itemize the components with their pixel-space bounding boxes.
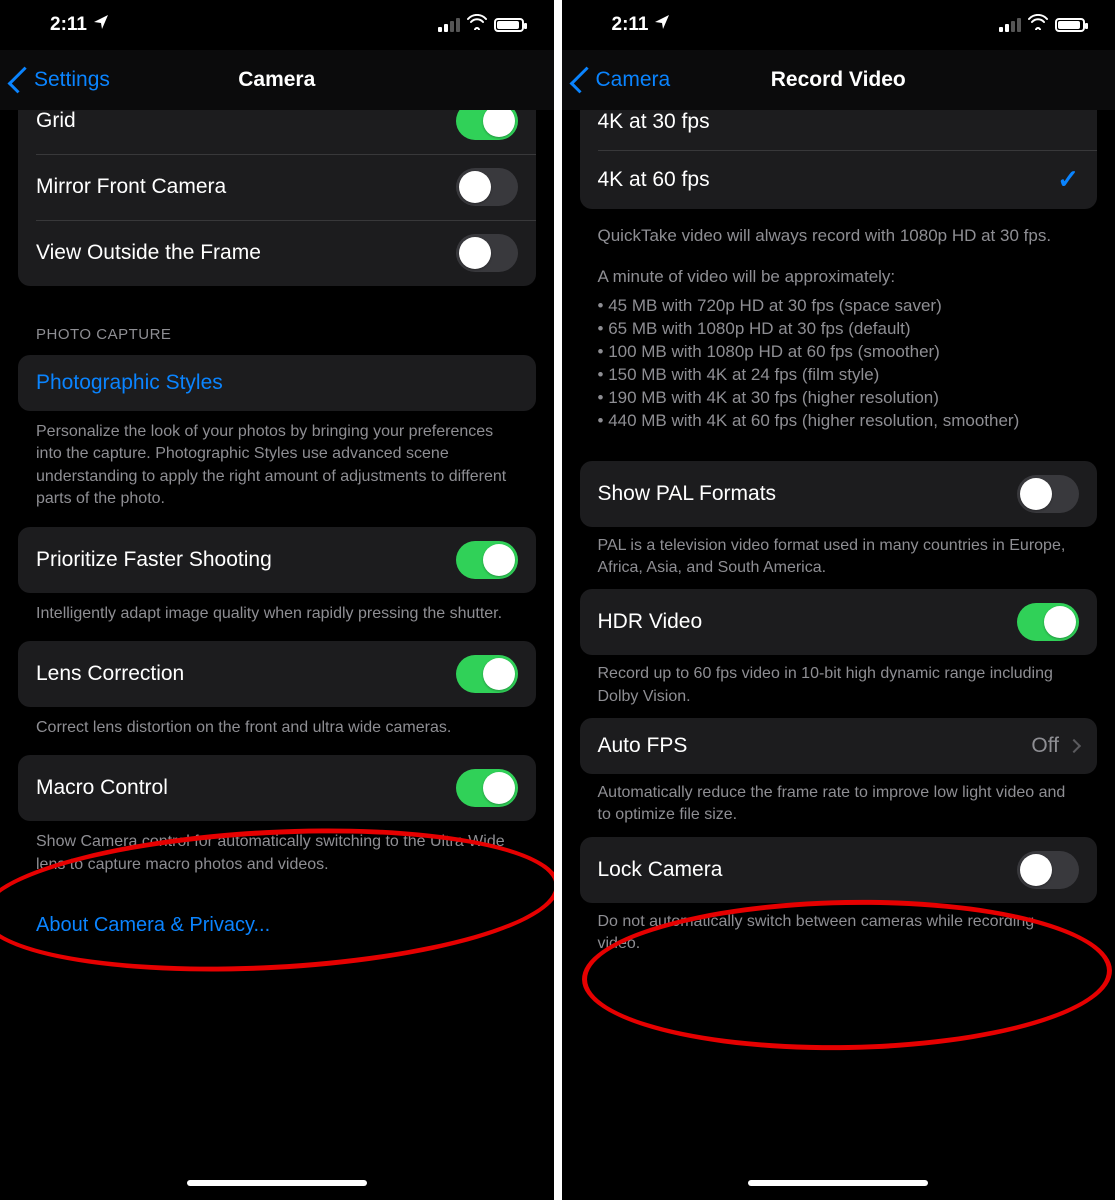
location-icon (93, 14, 109, 36)
composition-card: Grid Mirror Front Camera View Outside th… (18, 110, 536, 286)
autofps-card: Auto FPS Off (580, 718, 1098, 774)
minute-bullets: 45 MB with 720p HD at 30 fps (space save… (562, 291, 1115, 435)
pal-desc: PAL is a television video format used in… (562, 527, 1115, 590)
row-label: Macro Control (36, 776, 168, 800)
grid-row[interactable]: Grid (18, 110, 536, 154)
lens-toggle[interactable] (456, 655, 518, 693)
lens-row[interactable]: Lens Correction (18, 641, 536, 707)
photographic-styles-desc: Personalize the look of your photos by b… (0, 411, 554, 527)
row-label: Photographic Styles (36, 371, 223, 395)
value-text: Off (1031, 734, 1059, 758)
chevron-right-icon (1067, 739, 1081, 753)
checkmark-icon: ✓ (1057, 164, 1079, 195)
option-4k30-row[interactable]: 4K at 30 fps (580, 110, 1098, 150)
battery-icon (1055, 18, 1085, 32)
mirror-row[interactable]: Mirror Front Camera (18, 154, 536, 220)
row-label: Mirror Front Camera (36, 175, 226, 199)
prioritize-row[interactable]: Prioritize Faster Shooting (18, 527, 536, 593)
lens-card: Lens Correction (18, 641, 536, 707)
minute-intro: A minute of video will be approximately: (562, 250, 1115, 291)
hdr-desc: Record up to 60 fps video in 10-bit high… (562, 655, 1115, 718)
wifi-icon (467, 14, 487, 36)
content: 4K at 30 fps 4K at 60 fps ✓ QuickTake vi… (562, 110, 1115, 986)
phone-left: 2:11 Settings Camera Grid (0, 0, 554, 1200)
nav-bar: Settings Camera (0, 50, 554, 110)
minute-line: 190 MB with 4K at 30 fps (higher resolut… (598, 387, 1080, 410)
status-bar: 2:11 (562, 0, 1115, 50)
home-indicator[interactable] (748, 1180, 928, 1186)
pal-card: Show PAL Formats (580, 461, 1098, 527)
lock-card: Lock Camera (580, 837, 1098, 903)
view-outside-row[interactable]: View Outside the Frame (18, 220, 536, 286)
row-label: Lock Camera (598, 858, 723, 882)
hdr-card: HDR Video (580, 589, 1098, 655)
lens-desc: Correct lens distortion on the front and… (0, 707, 554, 755)
autofps-value: Off (1031, 734, 1079, 758)
home-indicator[interactable] (187, 1180, 367, 1186)
lock-row[interactable]: Lock Camera (580, 837, 1098, 903)
minute-line: 45 MB with 720p HD at 30 fps (space save… (598, 295, 1080, 318)
option-4k60-row[interactable]: 4K at 60 fps ✓ (580, 150, 1098, 209)
cell-signal-icon (438, 18, 460, 32)
photo-capture-header: Photo Capture (0, 286, 554, 355)
macro-toggle[interactable] (456, 769, 518, 807)
back-button[interactable]: Settings (14, 68, 110, 92)
content: Grid Mirror Front Camera View Outside th… (0, 110, 554, 967)
minute-line: 100 MB with 1080p HD at 60 fps (smoother… (598, 341, 1080, 364)
about-camera-privacy-link[interactable]: About Camera & Privacy... (0, 892, 554, 947)
autofps-row[interactable]: Auto FPS Off (580, 718, 1098, 774)
chevron-left-icon (569, 67, 596, 94)
row-label: Show PAL Formats (598, 482, 777, 506)
mirror-toggle[interactable] (456, 168, 518, 206)
lock-desc: Do not automatically switch between came… (562, 903, 1115, 966)
nav-bar: Camera Record Video (562, 50, 1115, 110)
autofps-desc: Automatically reduce the frame rate to i… (562, 774, 1115, 837)
row-label: 4K at 60 fps (598, 168, 710, 192)
row-label: Auto FPS (598, 734, 688, 758)
lock-toggle[interactable] (1017, 851, 1079, 889)
view-outside-toggle[interactable] (456, 234, 518, 272)
minute-line: 65 MB with 1080p HD at 30 fps (default) (598, 318, 1080, 341)
battery-icon (494, 18, 524, 32)
quicktake-info: QuickTake video will always record with … (562, 209, 1115, 250)
pal-row[interactable]: Show PAL Formats (580, 461, 1098, 527)
row-label: Grid (36, 110, 76, 133)
cell-signal-icon (999, 18, 1021, 32)
prioritize-desc: Intelligently adapt image quality when r… (0, 593, 554, 641)
back-button[interactable]: Camera (576, 68, 671, 92)
grid-toggle[interactable] (456, 110, 518, 140)
phone-right: 2:11 Camera Record Video 4K at 30 fps (562, 0, 1115, 1200)
wifi-icon (1028, 14, 1048, 36)
back-label: Settings (34, 68, 110, 92)
photographic-styles-card: Photographic Styles (18, 355, 536, 411)
macro-card: Macro Control (18, 755, 536, 821)
photographic-styles-row[interactable]: Photographic Styles (18, 355, 536, 411)
resolution-card: 4K at 30 fps 4K at 60 fps ✓ (580, 110, 1098, 209)
prioritize-card: Prioritize Faster Shooting (18, 527, 536, 593)
macro-desc: Show Camera control for automatically sw… (0, 821, 554, 892)
status-bar: 2:11 (0, 0, 554, 50)
macro-row[interactable]: Macro Control (18, 755, 536, 821)
location-icon (654, 14, 670, 36)
row-label: View Outside the Frame (36, 241, 261, 265)
hdr-row[interactable]: HDR Video (580, 589, 1098, 655)
row-label: 4K at 30 fps (598, 110, 710, 134)
prioritize-toggle[interactable] (456, 541, 518, 579)
minute-line: 440 MB with 4K at 60 fps (higher resolut… (598, 410, 1080, 433)
clock: 2:11 (612, 14, 649, 36)
minute-line: 150 MB with 4K at 24 fps (film style) (598, 364, 1080, 387)
pal-toggle[interactable] (1017, 475, 1079, 513)
hdr-toggle[interactable] (1017, 603, 1079, 641)
row-label: Prioritize Faster Shooting (36, 548, 272, 572)
back-label: Camera (596, 68, 671, 92)
row-label: Lens Correction (36, 662, 184, 686)
row-label: HDR Video (598, 610, 703, 634)
chevron-left-icon (8, 67, 35, 94)
clock: 2:11 (50, 14, 87, 36)
